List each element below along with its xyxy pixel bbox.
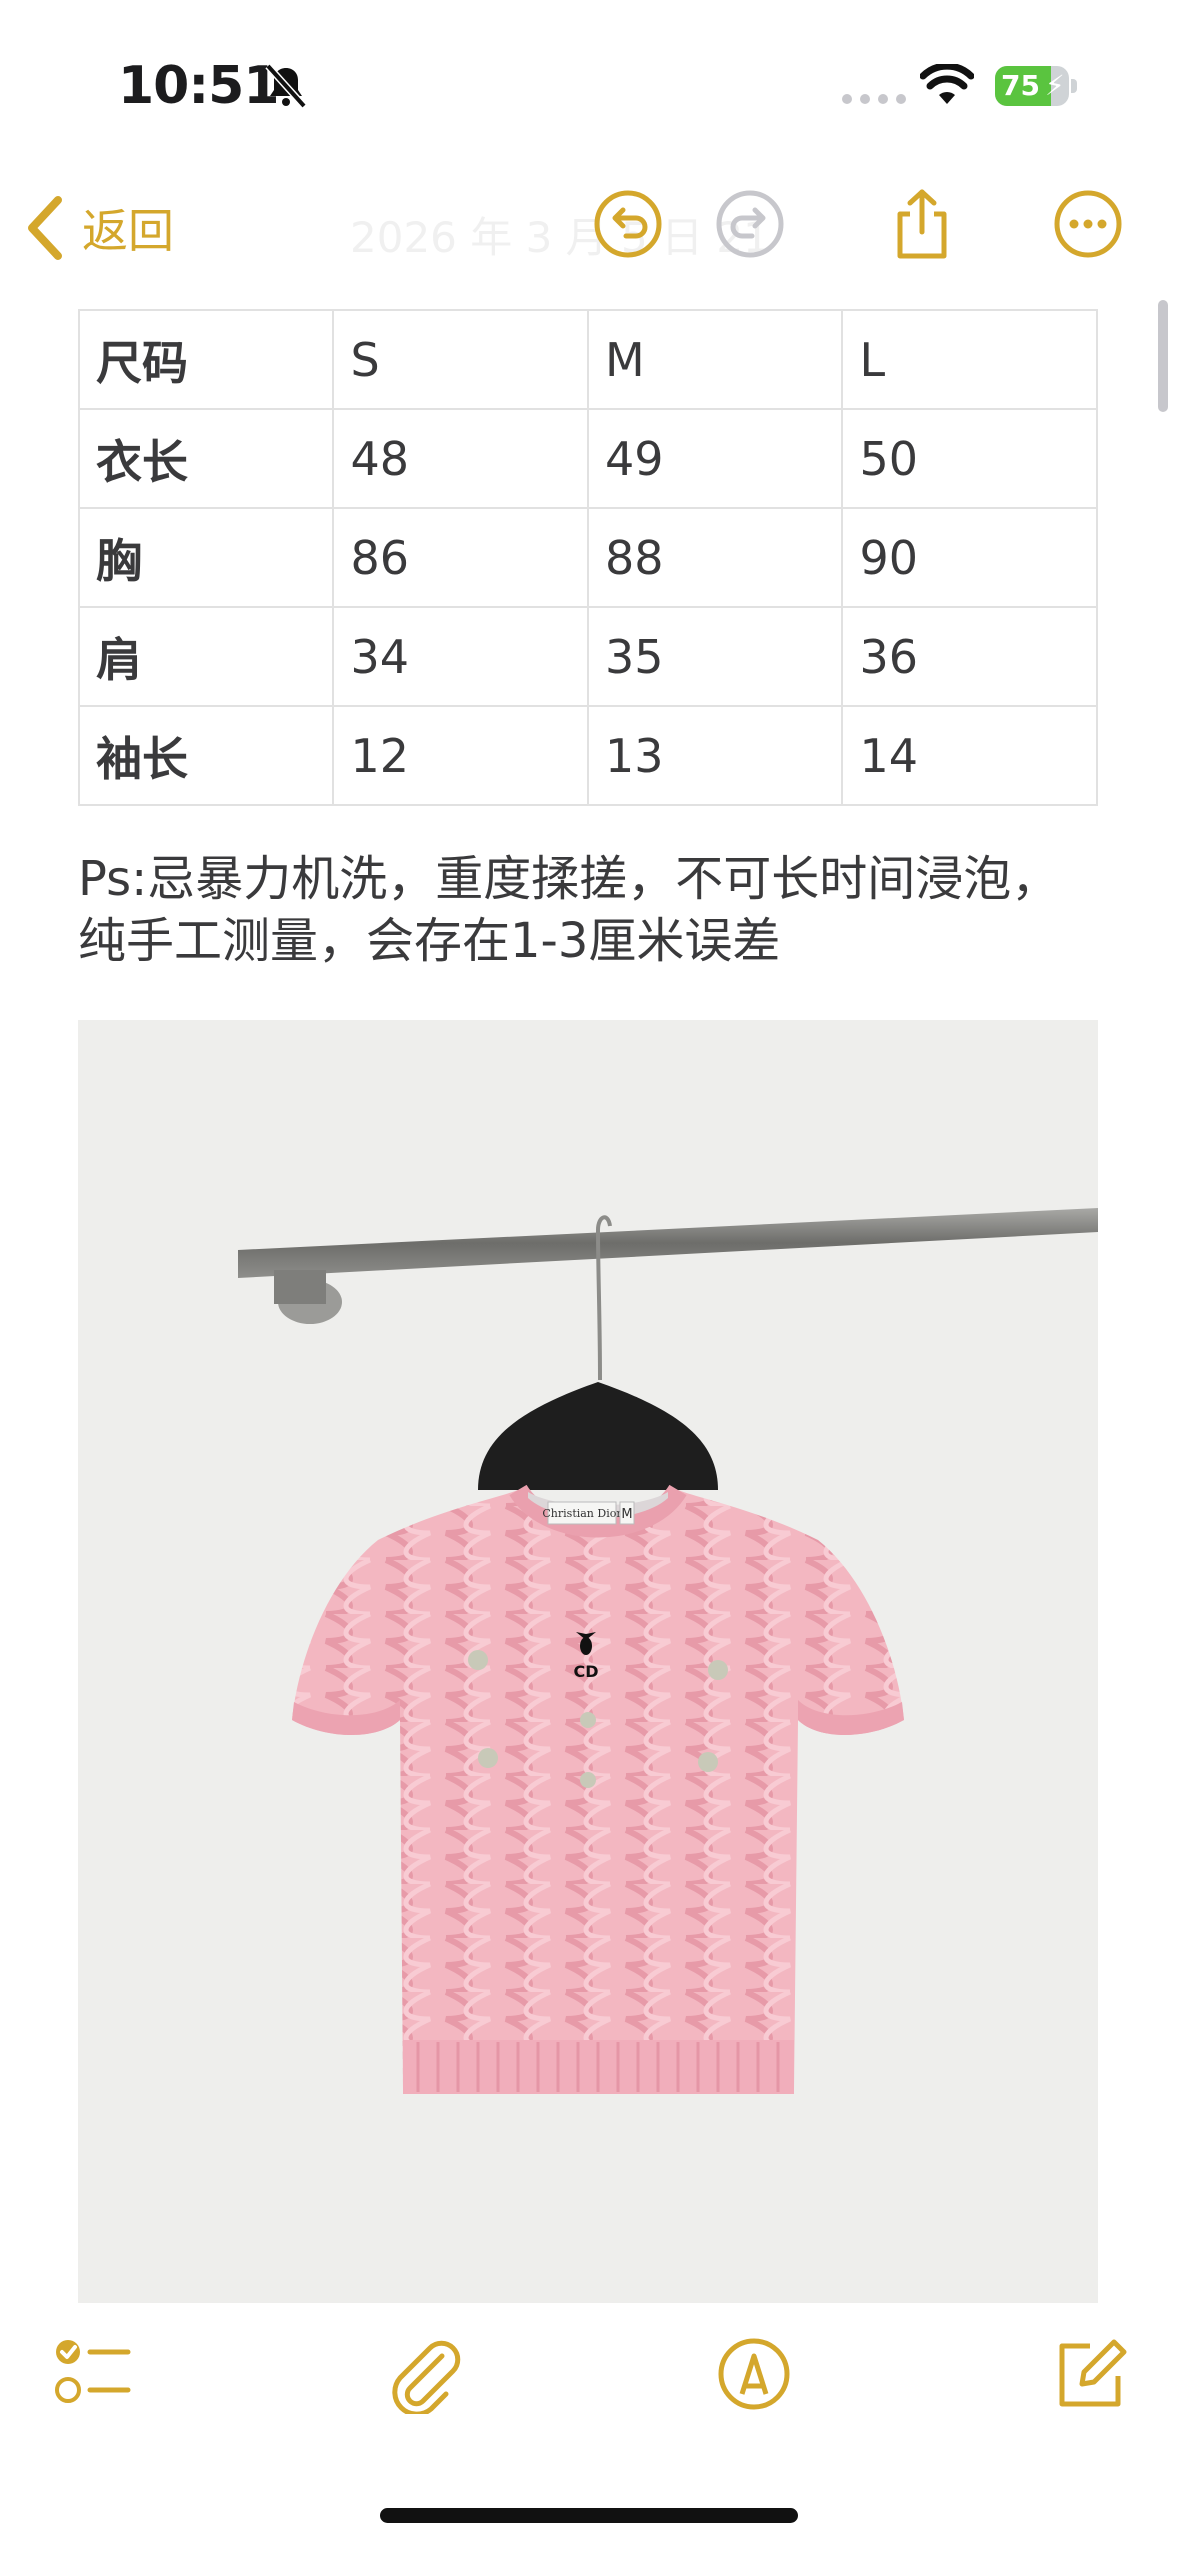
status-bar: 10:51 75 ⚡ [0, 0, 1179, 150]
table-row: 胸 86 88 90 [77, 507, 1098, 608]
brand-label: Christian Dior [542, 1507, 622, 1520]
paperclip-icon[interactable] [384, 2334, 464, 2414]
markup-pen-icon[interactable] [714, 2334, 794, 2414]
sweater-photo[interactable]: Christian Dior M CD [78, 1020, 1098, 2303]
table-cell: M [586, 309, 844, 410]
cellular-signal-icon [842, 94, 906, 104]
table-cell: 尺码 [77, 309, 335, 410]
battery-percent: 75 [1001, 69, 1040, 102]
size-tag: M [621, 1507, 632, 1522]
table-row: 衣长 48 49 50 [77, 408, 1098, 509]
status-time: 10:51 [118, 56, 280, 116]
back-label: 返回 [82, 204, 174, 258]
sweater-illustration: Christian Dior M CD [78, 1020, 1098, 2303]
redo-icon[interactable] [714, 188, 786, 260]
table-row: 肩 34 35 36 [77, 606, 1098, 707]
table-row: 袖长 12 13 14 [77, 705, 1098, 806]
table-cell: 14 [841, 705, 1098, 806]
back-button[interactable]: 返回 [22, 194, 174, 262]
table-cell: 90 [841, 507, 1098, 608]
table-row: 尺码 S M L [77, 309, 1098, 410]
table-cell: 48 [332, 408, 589, 509]
cd-monogram: CD [573, 1662, 598, 1681]
battery-icon: 75 ⚡ [995, 66, 1077, 106]
table-cell: 86 [332, 507, 589, 608]
table-cell: 衣长 [77, 408, 335, 509]
home-indicator[interactable] [380, 2508, 798, 2523]
compose-icon[interactable] [1050, 2334, 1130, 2414]
note-line: Ps:忌暴力机洗，重度揉搓，不可长时间浸泡， [78, 851, 1060, 907]
table-cell: S [332, 309, 589, 410]
table-cell: 50 [841, 408, 1098, 509]
table-cell: 49 [586, 408, 844, 509]
table-cell: 12 [332, 705, 589, 806]
table-cell: 34 [332, 606, 589, 707]
table-cell: 胸 [77, 507, 335, 608]
note-title: 2026 年 3 月 5 日 21 [350, 213, 770, 262]
size-table: 尺码 S M L 衣长 48 49 50 胸 86 88 90 肩 34 35 … [77, 309, 1098, 806]
table-cell: 88 [586, 507, 844, 608]
bell-slash-icon [265, 63, 307, 109]
scroll-indicator[interactable] [1158, 300, 1168, 412]
note-line: 纯手工测量，会存在1-3厘米误差 [78, 913, 781, 969]
table-cell: 36 [841, 606, 1098, 707]
table-cell: 袖长 [77, 705, 335, 806]
more-icon[interactable] [1052, 188, 1124, 260]
bottom-toolbar [0, 2320, 1179, 2450]
note-text[interactable]: Ps:忌暴力机洗，重度揉搓，不可长时间浸泡， 纯手工测量，会存在1-3厘米误差 [78, 848, 1138, 972]
table-cell: L [841, 309, 1098, 410]
undo-icon[interactable] [592, 188, 664, 260]
chevron-left-icon [28, 196, 62, 260]
share-icon[interactable] [886, 188, 958, 260]
table-cell: 35 [586, 606, 844, 707]
table-cell: 肩 [77, 606, 335, 707]
nav-bar: 返回 2026 年 3 月 5 日 21 [0, 170, 1179, 290]
table-cell: 13 [586, 705, 844, 806]
wifi-icon [920, 64, 974, 104]
checklist-icon[interactable] [52, 2334, 132, 2414]
